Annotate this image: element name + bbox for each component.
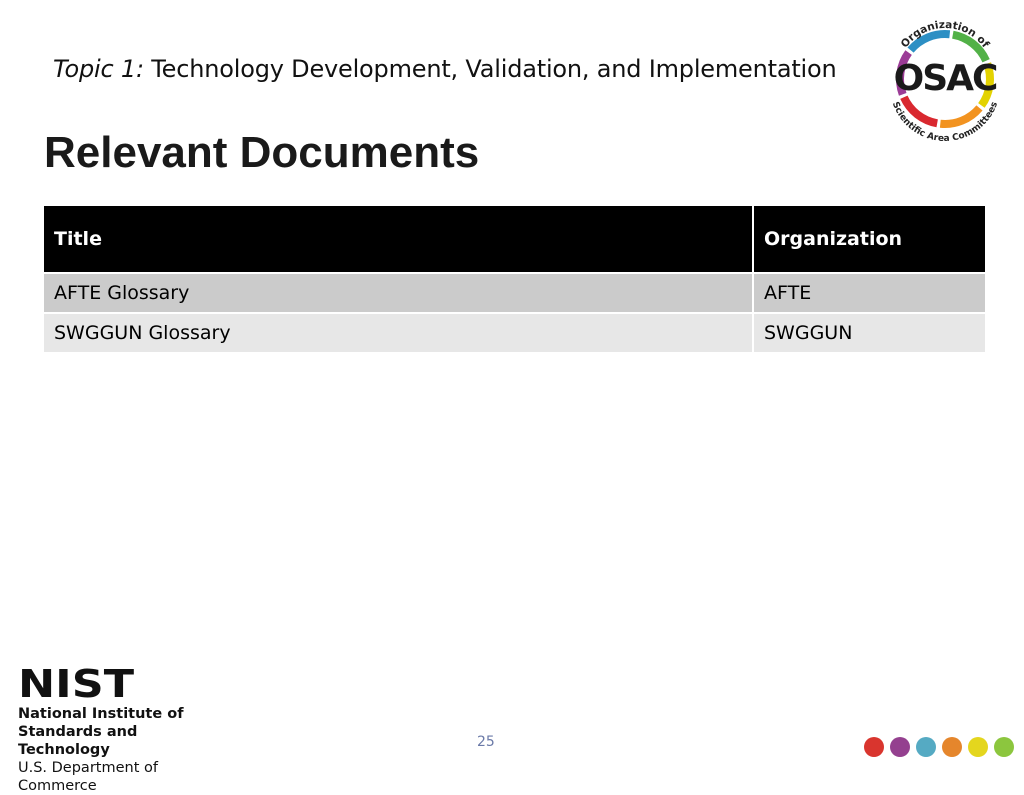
nist-line-2: Standards and Technology xyxy=(18,724,138,758)
topic-text: Technology Development, Validation, and … xyxy=(143,55,837,83)
nist-mark: NIST xyxy=(18,666,134,700)
osac-logo: Organization of OSAC Scientific Area Com… xyxy=(884,18,1006,144)
page-title: Relevant Documents xyxy=(44,128,480,177)
table-row: SWGGUN Glossary SWGGUN xyxy=(44,313,985,354)
topic-heading: Topic 1: Technology Development, Validat… xyxy=(53,55,837,83)
dot-orange xyxy=(942,737,962,757)
topic-prefix: Topic 1: xyxy=(53,55,144,83)
dot-teal xyxy=(916,737,936,757)
dot-purple xyxy=(890,737,910,757)
nist-logo: NIST National Institute of Standards and… xyxy=(18,662,228,794)
nist-line-3: U.S. Department of Commerce xyxy=(18,760,158,794)
cell-title: AFTE Glossary xyxy=(44,273,754,314)
cell-organization: SWGGUN xyxy=(753,313,985,354)
cell-organization: AFTE xyxy=(753,273,985,314)
dot-red xyxy=(864,737,884,757)
column-header-organization: Organization xyxy=(753,206,985,274)
dot-yellow xyxy=(968,737,988,757)
decorative-dots xyxy=(864,737,1014,757)
table-row: AFTE Glossary AFTE xyxy=(44,273,985,314)
nist-line-1: National Institute of xyxy=(18,706,184,722)
documents-table: Title Organization AFTE Glossary AFTE SW… xyxy=(44,206,985,354)
table-header-row: Title Organization xyxy=(44,206,985,274)
column-header-title: Title xyxy=(44,206,754,274)
cell-title: SWGGUN Glossary xyxy=(44,313,754,354)
logo-main-text: OSAC xyxy=(894,58,997,99)
page-number: 25 xyxy=(477,734,495,750)
nist-wordmark: NIST xyxy=(18,662,134,706)
dot-green xyxy=(994,737,1014,757)
